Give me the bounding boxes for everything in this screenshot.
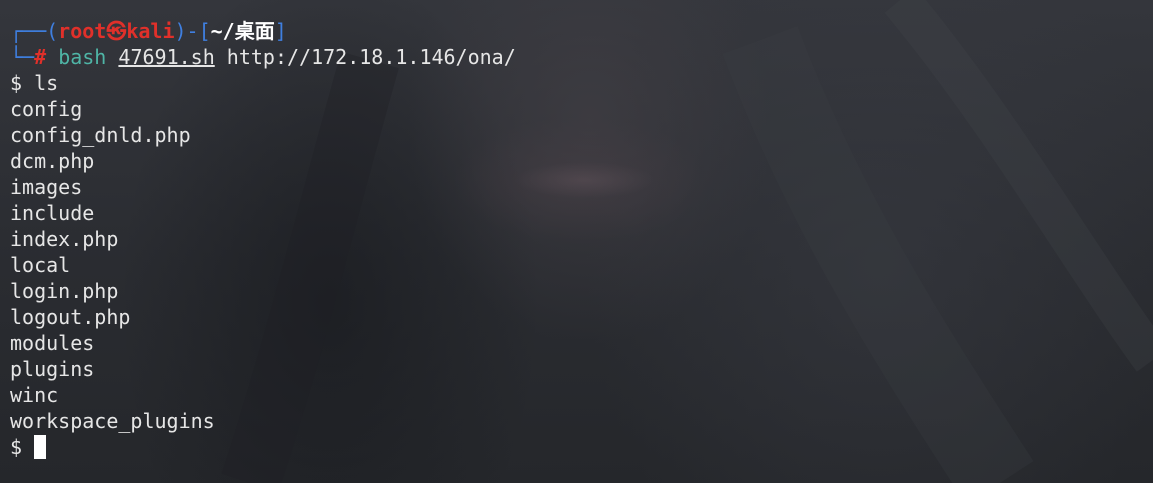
list-item: dcm.php [10,149,95,173]
list-item: logout.php [10,305,131,329]
command-script: 47691.sh [118,45,215,69]
list-item: config_dnld.php [10,123,191,147]
ls-output-list: config config_dnld.php dcm.php images in… [10,96,1153,434]
shell-prompt: $ [10,71,23,95]
skull-icon: ㉿ [106,19,127,43]
list-item: include [10,201,95,225]
shell-prompt-final: $ [10,435,23,459]
ls-command-line: $ ls [10,70,1153,96]
list-item: plugins [10,357,95,381]
list-item: modules [10,331,95,355]
prompt-frame-bottom: └─ [10,45,35,69]
list-item: index.php [10,227,119,251]
list-item: config [10,97,83,121]
command-program: bash [58,45,107,69]
command-line: └─# bash 47691.sh http://172.18.1.146/on… [10,44,1153,70]
input-line[interactable]: $ [10,434,1153,460]
list-item: local [10,253,71,277]
prompt-close-bracket: ] [274,19,287,43]
prompt-line-top: ┌──(root㉿kali)-[~/桌面] [10,18,1153,44]
prompt-host: kali [126,19,175,43]
list-item: workspace_plugins [10,409,215,433]
prompt-user: root [58,19,107,43]
prompt-cwd: ~/桌面 [210,19,275,43]
prompt-separator: )-[ [174,19,211,43]
terminal-output: ┌──(root㉿kali)-[~/桌面] └─# bash 47691.sh … [10,18,1153,460]
ls-command: ls [34,71,59,95]
command-argument: http://172.18.1.146/ona/ [226,45,516,69]
list-item: images [10,175,83,199]
list-item: winc [10,383,59,407]
prompt-frame-top: ┌──( [10,19,59,43]
prompt-hash: # [34,45,47,69]
terminal-window[interactable]: ┌──(root㉿kali)-[~/桌面] └─# bash 47691.sh … [0,0,1153,483]
text-cursor [34,435,47,459]
list-item: login.php [10,279,119,303]
